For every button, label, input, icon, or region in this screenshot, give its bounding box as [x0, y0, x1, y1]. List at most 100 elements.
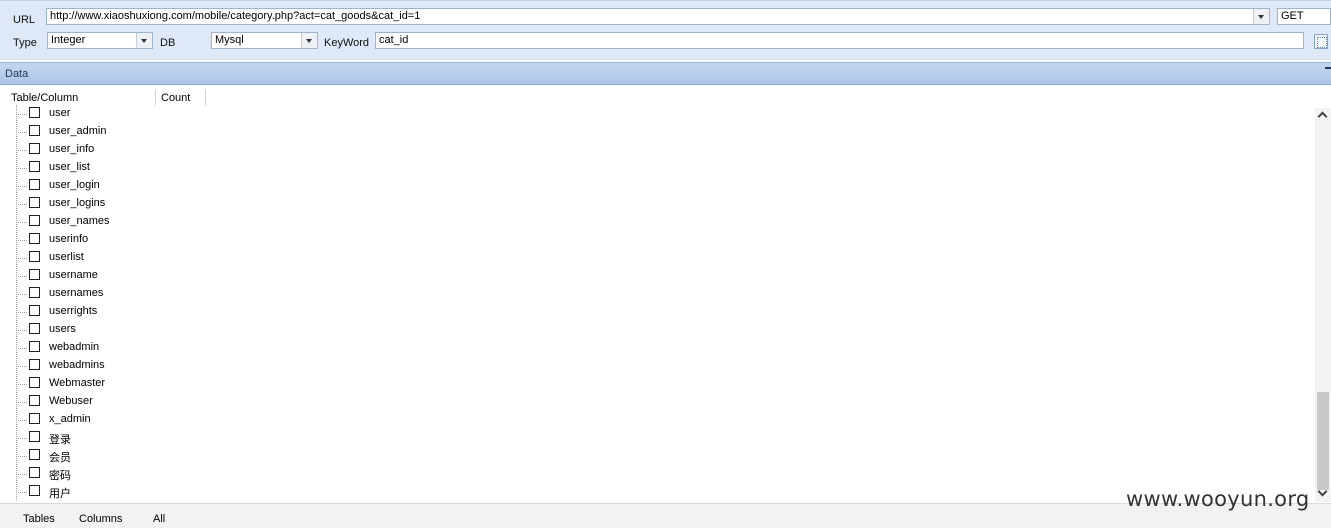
tab-tables[interactable]: Tables	[23, 513, 55, 525]
tree-item[interactable]: Webuser	[0, 393, 400, 411]
tree-item-checkbox[interactable]	[29, 251, 40, 262]
tree-item-checkbox[interactable]	[29, 395, 40, 406]
tree-connector	[16, 132, 27, 133]
scroll-thumb[interactable]	[1317, 392, 1329, 490]
tree-item[interactable]: webadmins	[0, 357, 400, 375]
column-separator	[155, 90, 156, 106]
tree-item[interactable]: user	[0, 105, 400, 123]
tree-item[interactable]: x_admin	[0, 411, 400, 429]
tree-item[interactable]: userinfo	[0, 231, 400, 249]
url-label: URL	[13, 14, 36, 26]
tree-item-label: x_admin	[49, 413, 91, 425]
grid-icon[interactable]	[1314, 34, 1328, 49]
tree-item-label: user	[49, 107, 71, 119]
tab-all[interactable]: All	[153, 513, 165, 525]
tree-item[interactable]: Webmaster	[0, 375, 400, 393]
scroll-up-icon[interactable]	[1318, 111, 1328, 119]
tree-item[interactable]: user_admin	[0, 123, 400, 141]
tree-item-checkbox[interactable]	[29, 179, 40, 190]
tree-connector	[16, 330, 27, 331]
tree-connector	[16, 420, 27, 421]
db-select[interactable]: Mysql	[211, 32, 318, 49]
tree-item-checkbox[interactable]	[29, 143, 40, 154]
tree-connector	[16, 186, 27, 187]
tree-item[interactable]: 会员	[0, 447, 400, 465]
type-dropdown-icon[interactable]	[136, 33, 152, 48]
table-tree: user user_admin user_info user_list user_log…	[0, 105, 1310, 503]
tree-item-checkbox[interactable]	[29, 269, 40, 280]
tree-item-label: 会员	[49, 452, 71, 464]
method-select[interactable]: GET	[1277, 8, 1331, 25]
tree-item-checkbox[interactable]	[29, 125, 40, 136]
tree-item[interactable]: user_logins	[0, 195, 400, 213]
tree-item[interactable]: username	[0, 267, 400, 285]
tree-item[interactable]: user_list	[0, 159, 400, 177]
tree-item-label: 密码	[49, 470, 71, 482]
tree-item-label: Webuser	[49, 395, 93, 407]
tree-item-checkbox[interactable]	[29, 413, 40, 424]
tree-connector	[16, 258, 27, 259]
tree-connector	[16, 114, 27, 115]
tree-item-checkbox[interactable]	[29, 197, 40, 208]
tree-item-checkbox[interactable]	[29, 449, 40, 460]
tree-item[interactable]: userrights	[0, 303, 400, 321]
tree-item[interactable]: userlist	[0, 249, 400, 267]
scroll-down-icon[interactable]	[1318, 489, 1328, 497]
tree-item[interactable]: 登录	[0, 429, 400, 447]
tree-connector	[16, 276, 27, 277]
tree-item-label: usernames	[49, 287, 104, 299]
tree-item-checkbox[interactable]	[29, 215, 40, 226]
tree-item-checkbox[interactable]	[29, 233, 40, 244]
tree-connector	[16, 204, 27, 205]
tree-item-checkbox[interactable]	[29, 485, 40, 496]
tree-item-label: user_names	[49, 215, 110, 227]
tree-connector	[16, 348, 27, 349]
tree-item[interactable]: webadmin	[0, 339, 400, 357]
tree-item-checkbox[interactable]	[29, 107, 40, 118]
tree-item[interactable]: user_names	[0, 213, 400, 231]
tree-item-checkbox[interactable]	[29, 377, 40, 388]
toolbar: URL http://www.xiaoshuxiong.com/mobile/c…	[0, 0, 1331, 60]
tree-item-checkbox[interactable]	[29, 323, 40, 334]
panel-title: Data	[5, 68, 29, 80]
db-dropdown-icon[interactable]	[301, 33, 317, 48]
tree-connector	[16, 222, 27, 223]
tree-item-label: userlist	[49, 251, 84, 263]
tree-item[interactable]: 密码	[0, 465, 400, 483]
tree-item-label: users	[49, 323, 76, 335]
pin-icon[interactable]	[1325, 67, 1331, 75]
tree-item-label: 用户	[49, 488, 71, 500]
tree-item[interactable]: users	[0, 321, 400, 339]
type-value: Integer	[51, 34, 86, 46]
db-value: Mysql	[215, 34, 244, 46]
tree-item-checkbox[interactable]	[29, 467, 40, 478]
tree-item[interactable]: usernames	[0, 285, 400, 303]
tree-item-checkbox[interactable]	[29, 359, 40, 370]
tree-item-checkbox[interactable]	[29, 341, 40, 352]
keyword-label: KeyWord	[324, 37, 370, 49]
tree-item-checkbox[interactable]	[29, 161, 40, 172]
tree-item-label: webadmin	[49, 341, 100, 353]
tree-item-checkbox[interactable]	[29, 305, 40, 316]
tree-connector	[16, 402, 27, 403]
tree-item[interactable]: user_info	[0, 141, 400, 159]
tree-item-checkbox[interactable]	[29, 431, 40, 442]
db-label: DB	[160, 37, 176, 49]
tab-columns[interactable]: Columns	[79, 513, 122, 525]
tree-connector	[16, 366, 27, 367]
tree-item-label: userrights	[49, 305, 98, 317]
tree-connector	[16, 240, 27, 241]
tree-item[interactable]: user_login	[0, 177, 400, 195]
url-input[interactable]: http://www.xiaoshuxiong.com/mobile/categ…	[46, 8, 1270, 25]
url-dropdown-icon[interactable]	[1253, 9, 1269, 24]
type-select[interactable]: Integer	[47, 32, 153, 49]
tree-connector	[16, 384, 27, 385]
tree-item-label: Webmaster	[49, 377, 106, 389]
tree-item-label: user_login	[49, 179, 100, 191]
tree-item-checkbox[interactable]	[29, 287, 40, 298]
vertical-scrollbar[interactable]	[1315, 108, 1331, 502]
keyword-input[interactable]: cat_id	[375, 32, 1304, 49]
tree-item-label: webadmins	[49, 359, 105, 371]
tree-connector	[16, 294, 27, 295]
tree-item[interactable]: 用户	[0, 483, 400, 501]
